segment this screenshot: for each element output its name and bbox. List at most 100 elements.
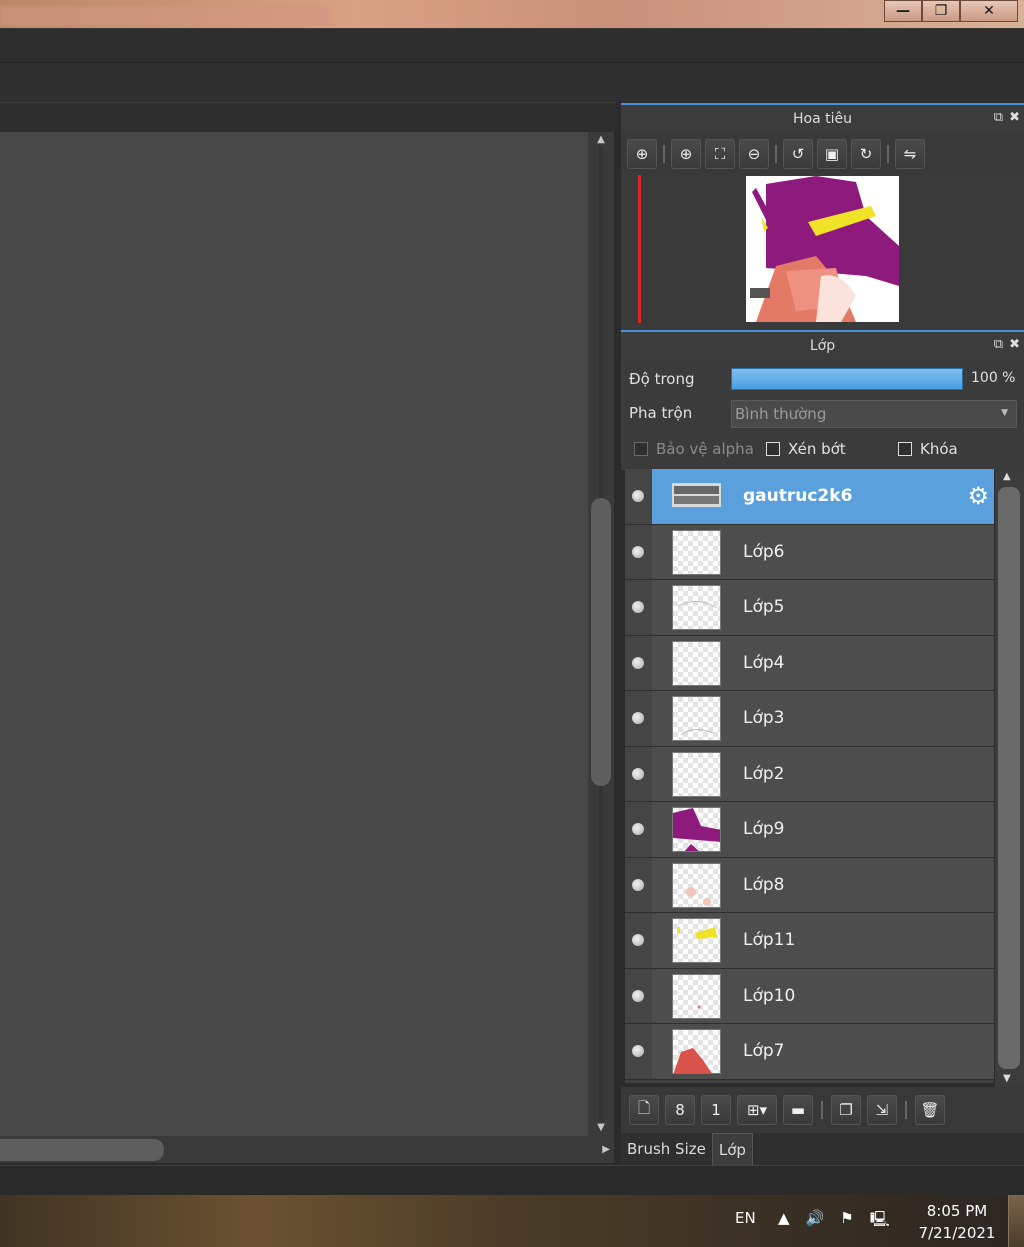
eye-icon — [632, 712, 644, 724]
navigator-preview[interactable] — [621, 175, 1024, 327]
fit-window-icon[interactable]: ▣ — [817, 139, 847, 169]
fit-screen-icon[interactable]: ⛶ — [705, 139, 735, 169]
menu-bar — [0, 28, 1024, 62]
scroll-down-arrow-icon[interactable]: ▼ — [1003, 1073, 1011, 1084]
duplicate-layer-icon[interactable]: ❐ — [831, 1095, 861, 1125]
visibility-toggle[interactable] — [625, 857, 652, 912]
app-window: — ❐ ✕ ▲ ▼ ▶ Hoa tiêu ⧉ ✖ ⊕ ⊕ ⛶ ⊖ ↺ ▣ ↻ ⇋… — [0, 0, 1024, 1247]
show-desktop-button[interactable] — [1008, 1195, 1024, 1247]
canvas-vertical-scrollbar[interactable]: ▲ ▼ — [588, 132, 614, 1136]
layer-row[interactable]: Lớp11 — [625, 913, 994, 969]
clipping-checkbox[interactable]: Xén bớt — [766, 440, 846, 458]
flip-icon[interactable]: ⇋ — [895, 139, 925, 169]
close-icon[interactable]: ✖ — [1009, 110, 1020, 125]
layer-name: Lớp5 — [743, 597, 785, 617]
visibility-toggle[interactable] — [625, 1024, 652, 1079]
layer-name: Lớp9 — [743, 819, 785, 839]
new-layer-icon[interactable]: 🗋 — [629, 1095, 659, 1125]
visibility-toggle[interactable] — [625, 968, 652, 1023]
close-icon[interactable]: ✖ — [1009, 337, 1020, 352]
visibility-toggle[interactable] — [625, 913, 652, 968]
tab-brush-size[interactable]: Brush Size — [621, 1133, 712, 1165]
undock-icon[interactable]: ⧉ — [994, 337, 1003, 352]
visibility-toggle[interactable] — [625, 469, 652, 524]
language-indicator[interactable]: EN — [735, 1209, 756, 1227]
visibility-toggle[interactable] — [625, 802, 652, 857]
eye-icon — [632, 823, 644, 835]
layer-row[interactable]: Lớp10 — [625, 968, 994, 1024]
minimize-button[interactable]: — — [884, 0, 922, 22]
windows-taskbar: EN ▲ 🔊 ⚑ 🖳 8:05 PM 7/21/2021 — [0, 1195, 1024, 1247]
taskbar-clock[interactable]: 8:05 PM 7/21/2021 — [912, 1200, 1002, 1244]
layer-row[interactable]: Lớp6 — [625, 524, 994, 580]
layer-name: gautruc2k6 — [743, 486, 853, 506]
visibility-toggle[interactable] — [625, 746, 652, 801]
lock-label: Khóa — [920, 440, 958, 458]
panel-title: Hoa tiêu — [793, 111, 852, 127]
opacity-slider[interactable] — [731, 368, 963, 390]
scroll-up-arrow-icon[interactable]: ▲ — [1003, 471, 1011, 482]
layer-name: Lớp3 — [743, 708, 785, 728]
scroll-thumb[interactable] — [0, 1139, 164, 1161]
show-hidden-icons-icon[interactable]: ▲ — [778, 1209, 790, 1234]
layer-row[interactable]: Lớp9 — [625, 802, 994, 858]
zoom-out-icon[interactable]: ⊖ — [739, 139, 769, 169]
browser-tabs[interactable] — [0, 6, 330, 26]
network-icon[interactable]: 🖳 — [870, 1209, 890, 1234]
new-8bit-layer-icon[interactable]: 8 — [665, 1095, 695, 1125]
window-controls: — ❐ ✕ — [884, 0, 1018, 22]
canvas-horizontal-scrollbar[interactable]: ▶ — [0, 1136, 614, 1164]
undock-icon[interactable]: ⧉ — [994, 110, 1003, 125]
layer-thumbnail — [672, 1029, 721, 1074]
layer-row[interactable]: gautruc2k6 ⚙ — [625, 469, 994, 525]
eye-icon — [632, 878, 644, 891]
zoom-in-icon[interactable]: ⊕ — [671, 139, 701, 169]
rotate-right-icon[interactable]: ↻ — [851, 139, 881, 169]
drawing-canvas[interactable] — [0, 132, 588, 1136]
layer-row[interactable]: Lớp2 — [625, 746, 994, 802]
navigator-panel: Hoa tiêu ⧉ ✖ ⊕ ⊕ ⛶ ⊖ ↺ ▣ ↻ ⇋ — [621, 103, 1024, 331]
scroll-right-arrow-icon[interactable]: ▶ — [602, 1144, 610, 1155]
panel-header: Hoa tiêu ⧉ ✖ — [621, 103, 1024, 133]
navigator-toolbar: ⊕ ⊕ ⛶ ⊖ ↺ ▣ ↻ ⇋ — [621, 133, 1024, 175]
protect-alpha-checkbox[interactable]: Bảo vệ alpha — [634, 440, 754, 458]
layer-row[interactable]: Lớp7 — [625, 1024, 994, 1080]
visibility-toggle[interactable] — [625, 580, 652, 635]
trash-icon[interactable]: 🗑 — [915, 1095, 945, 1125]
new-1bit-layer-icon[interactable]: 1 — [701, 1095, 731, 1125]
chevron-down-icon: ▼ — [1001, 408, 1008, 418]
eye-icon — [632, 656, 644, 669]
visibility-toggle[interactable] — [625, 691, 652, 746]
opacity-label: Độ trong — [629, 370, 695, 388]
gear-icon[interactable]: ⚙ — [967, 482, 989, 510]
layer-actions-toolbar: 🗋 8 1 ⊞▾ ▬ ❐ ⇲ 🗑 — [621, 1087, 1024, 1133]
blend-mode-select[interactable]: Bình thường ▼ — [731, 400, 1017, 428]
layer-name: Lớp8 — [743, 874, 785, 895]
rotate-left-icon[interactable]: ↺ — [783, 139, 813, 169]
action-center-flag-icon[interactable]: ⚑ — [840, 1209, 853, 1234]
close-button[interactable]: ✕ — [960, 0, 1018, 22]
lock-checkbox[interactable]: Khóa — [898, 440, 958, 458]
layer-row[interactable]: Lớp3 — [625, 691, 994, 747]
scroll-down-arrow-icon[interactable]: ▼ — [594, 1122, 608, 1134]
layer-row[interactable]: Lớp4 — [625, 635, 994, 691]
add-layer-menu-icon[interactable]: ⊞▾ — [737, 1095, 777, 1125]
protect-alpha-label: Bảo vệ alpha — [656, 440, 754, 458]
layer-name: Lớp2 — [743, 763, 785, 784]
scroll-up-arrow-icon[interactable]: ▲ — [594, 134, 608, 146]
visibility-toggle[interactable] — [625, 524, 652, 579]
scroll-thumb[interactable] — [591, 498, 611, 786]
scroll-thumb[interactable] — [998, 487, 1020, 1069]
layer-row[interactable]: Lớp8 — [625, 857, 994, 913]
volume-icon[interactable]: 🔊 — [806, 1209, 825, 1234]
status-bar — [0, 1165, 1024, 1195]
merge-layer-icon[interactable]: ⇲ — [867, 1095, 897, 1125]
layer-name: Lớp6 — [743, 541, 785, 562]
zoom-actual-icon[interactable]: ⊕ — [627, 139, 657, 169]
layers-scrollbar[interactable]: ▲ ▼ — [995, 469, 1024, 1087]
restore-button[interactable]: ❐ — [922, 0, 960, 22]
visibility-toggle[interactable] — [625, 635, 652, 690]
layer-row[interactable]: Lớp5 — [625, 580, 994, 636]
tab-layer[interactable]: Lớp — [711, 1133, 753, 1165]
folder-icon[interactable]: ▬ — [783, 1095, 813, 1125]
